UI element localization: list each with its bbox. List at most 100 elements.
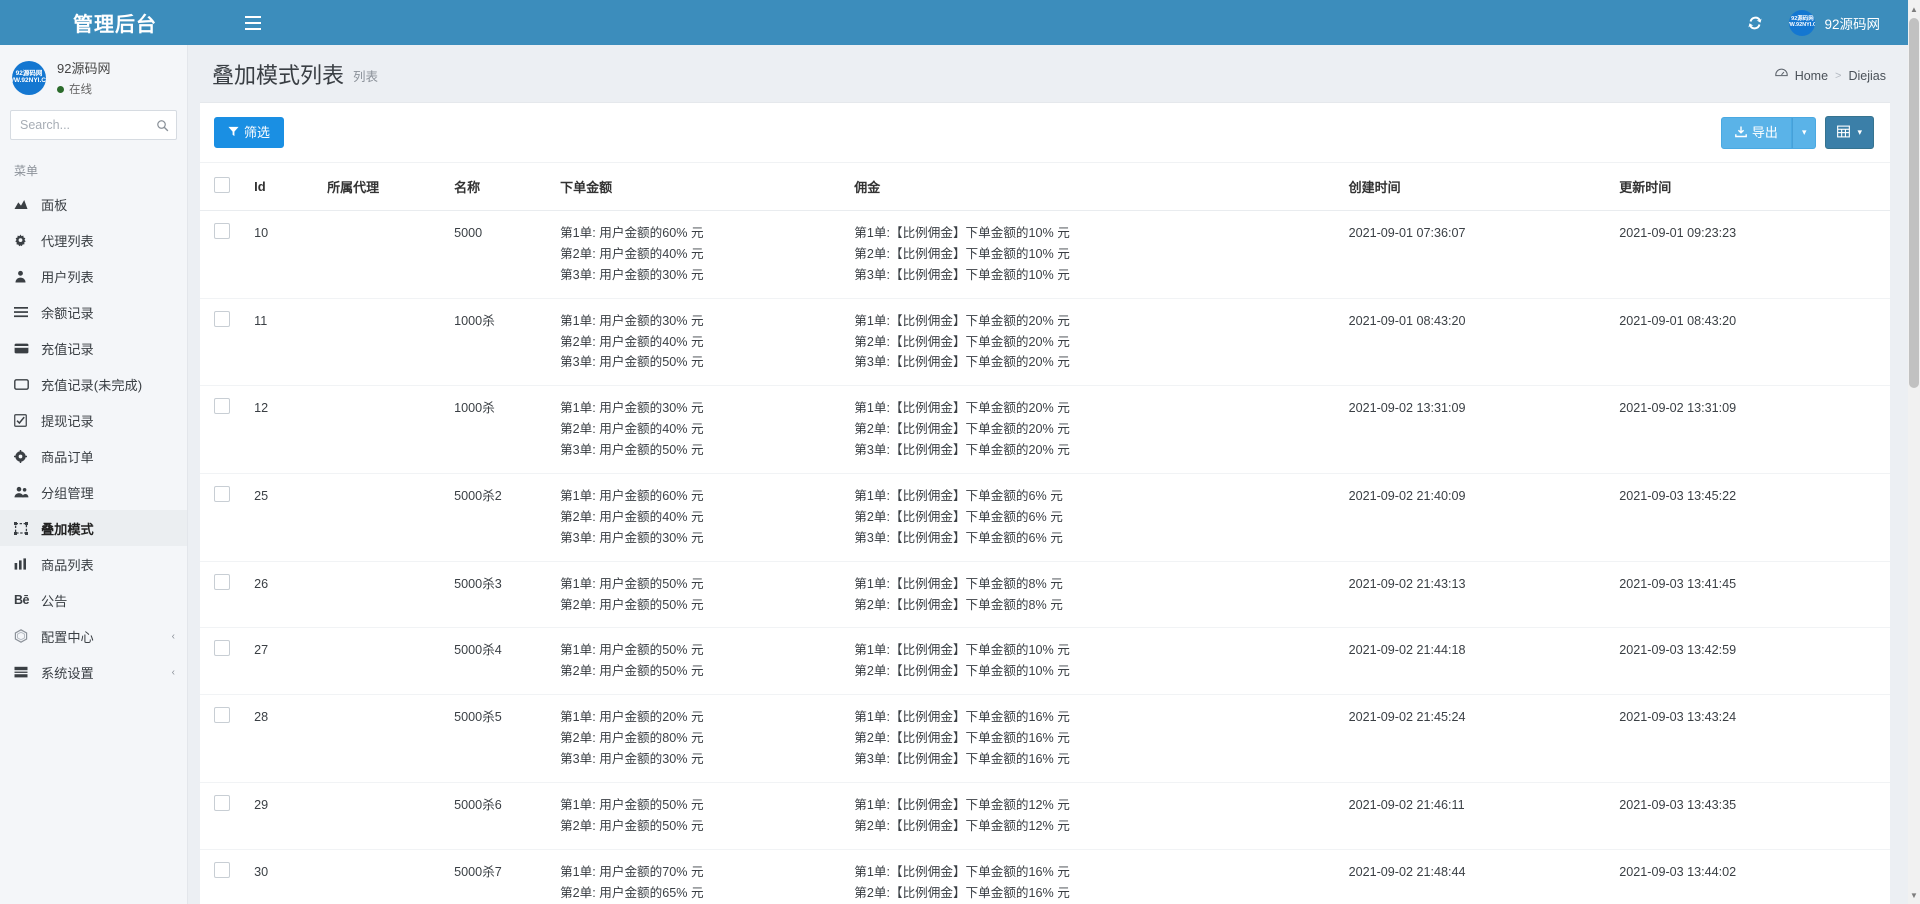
cell-commission: 第1单:【比例佣金】下单金额的10% 元第2单:【比例佣金】下单金额的10% 元… (854, 210, 1349, 299)
cell-agent (327, 210, 455, 299)
cell-amount: 第1单: 用户金额的50% 元第2单: 用户金额的50% 元 (560, 627, 855, 696)
table-row[interactable]: 27 5000杀4 第1单: 用户金额的50% 元第2单: 用户金额的50% 元第1… (200, 627, 1890, 696)
sidebar-user-panel[interactable]: 92源码网 WWW.92NYI.COM 92源码网 在线 (0, 45, 187, 110)
sidebar-item-10[interactable]: 商品列表 (0, 546, 187, 582)
row-checkbox[interactable] (214, 573, 230, 590)
dashboard-icon (1774, 68, 1788, 83)
column-header-id[interactable]: Id (254, 163, 328, 211)
cell-commission: 第1单:【比例佣金】下单金额的6% 元第2单:【比例佣金】下单金额的6% 元第3… (854, 473, 1349, 562)
column-header-commission[interactable]: 佣金 (854, 163, 1349, 211)
app-brand[interactable]: 管理后台 (0, 0, 230, 45)
table-row[interactable]: 29 5000杀6 第1单: 用户金额的50% 元第2单: 用户金额的50% 元第1… (200, 782, 1890, 850)
table-row[interactable]: 30 5000杀7第1单: 用户金额的70% 元第2单: 用户金额的65% 元第3… (200, 849, 1890, 904)
cell-amount-line: 第2单: 用户金额的80% 元 (560, 731, 704, 746)
breadcrumb-separator: > (1835, 69, 1842, 82)
cell-agent (327, 782, 455, 850)
row-checkbox[interactable] (214, 223, 230, 239)
breadcrumb-home-link[interactable]: Home (1795, 69, 1828, 83)
export-button[interactable]: 导出 (1720, 116, 1792, 149)
search-icon[interactable] (151, 114, 173, 136)
sidebar-item-7[interactable]: 商品订单 (0, 438, 187, 474)
cell-created: 2021-09-02 21:44:18 (1348, 627, 1620, 696)
filter-button[interactable]: 筛选 (214, 117, 285, 148)
row-checkbox[interactable] (214, 707, 230, 724)
sidebar-item-1[interactable]: 代理列表 (0, 222, 187, 258)
sidebar-item-6[interactable]: 提现记录 (0, 402, 187, 438)
row-checkbox[interactable] (214, 794, 230, 811)
cell-amount-line: 第2单: 用户金额的50% 元 (560, 597, 704, 612)
sidebar-search (0, 110, 187, 144)
hexagon-icon (14, 629, 34, 643)
cell-commission-line: 第2单:【比例佣金】下单金额的12% 元 (854, 818, 1070, 833)
sidebar-item-0[interactable]: 面板 (0, 186, 187, 222)
chevron-left-icon[interactable]: ‹ (172, 631, 175, 642)
table-row[interactable]: 25 5000杀2 第1单: 用户金额的60% 元第2单: 用户金额的40% 元第3… (200, 473, 1890, 562)
content-header: 叠加模式列表 列表 Home > Diejias (188, 45, 1908, 102)
sidebar-item-3[interactable]: 余额记录 (0, 294, 187, 330)
sidebar-toggle-button[interactable] (230, 0, 275, 45)
export-dropdown-button[interactable]: ▾ (1791, 116, 1817, 149)
column-settings-button[interactable]: ▾ (1825, 116, 1874, 149)
sidebar-item-label: 商品列表 (41, 557, 94, 573)
row-select-cell (200, 849, 255, 904)
row-checkbox[interactable] (214, 861, 230, 878)
page-scrollbar[interactable]: ▲ ▼ (1908, 0, 1920, 904)
cell-agent (327, 561, 455, 629)
table-row[interactable]: 12 1000杀 第1单: 用户金额的30% 元第2单: 用户金额的40% 元第3单… (200, 385, 1890, 475)
scrollbar-thumb[interactable] (1909, 18, 1919, 388)
cell-commission-line: 第3单:【比例佣金】下单金额的10% 元 (854, 267, 1070, 282)
table-row[interactable]: 26 5000杀3 第1单: 用户金额的50% 元第2单: 用户金额的50% 元第1… (200, 561, 1890, 629)
column-header-created[interactable]: 创建时间 (1348, 163, 1620, 211)
sidebar-item-12[interactable]: 配置中心 ‹ (0, 618, 187, 654)
cell-commission-line: 第1单:【比例佣金】下单金额的6% 元 (854, 489, 1063, 504)
scroll-down-arrow-icon[interactable]: ▼ (1908, 888, 1920, 902)
table-row[interactable]: 11 1000杀 第1单: 用户金额的30% 元第2单: 用户金额的40% 元第3单… (200, 298, 1890, 387)
column-header-amount[interactable]: 下单金额 (560, 163, 855, 211)
row-select-cell (200, 782, 255, 850)
sidebar-item-5[interactable]: 充值记录(未完成) (0, 366, 187, 402)
cell-commission-line: 第3单:【比例佣金】下单金额的6% 元 (854, 530, 1063, 545)
cell-created: 2021-09-02 21:48:44 (1348, 849, 1620, 904)
scroll-up-arrow-icon[interactable]: ▲ (1908, 2, 1920, 16)
column-header-updated[interactable]: 更新时间 (1619, 163, 1890, 211)
row-checkbox[interactable] (214, 640, 230, 657)
refresh-button[interactable] (1735, 0, 1775, 45)
row-checkbox[interactable] (214, 310, 230, 327)
sidebar: 92源码网 WWW.92NYI.COM 92源码网 在线 菜单 面板代理列表用户… (0, 45, 188, 904)
sidebar-item-label: 公告 (41, 593, 68, 609)
select-all-checkbox[interactable] (214, 177, 230, 193)
sidebar-item-13[interactable]: 系统设置 ‹ (0, 654, 187, 690)
cell-commission-line: 第1单:【比例佣金】下单金额的20% 元 (854, 401, 1070, 416)
cell-name: 1000杀 (454, 298, 561, 387)
table-row[interactable]: 28 5000杀5 第1单: 用户金额的20% 元第2单: 用户金额的80% 元第3… (200, 694, 1890, 783)
cell-commission-line: 第1单:【比例佣金】下单金额的16% 元 (854, 710, 1070, 725)
column-header-agent[interactable]: 所属代理 (327, 163, 455, 211)
sidebar-item-label: 充值记录(未完成) (41, 377, 143, 393)
cell-id: 26 (254, 561, 328, 629)
cell-amount-line: 第1单: 用户金额的30% 元 (560, 401, 704, 416)
cell-commission-line: 第2单:【比例佣金】下单金额的10% 元 (854, 246, 1070, 261)
sidebar-menu: 面板 代理列表 用户列表 余额记录 充值记录充值记录(未完成) 提现记录 商品订单 分组管理叠… (0, 186, 187, 690)
cell-updated: 2021-09-03 13:41:45 (1619, 561, 1890, 629)
cell-amount: 第1单: 用户金额的20% 元第2单: 用户金额的80% 元第3单: 用户金额的… (560, 694, 855, 783)
row-checkbox[interactable] (214, 398, 230, 415)
sidebar-item-4[interactable]: 充值记录 (0, 330, 187, 366)
cell-amount: 第1单: 用户金额的50% 元第2单: 用户金额的50% 元 (560, 561, 855, 629)
sidebar-item-9[interactable]: 叠加模式 (0, 510, 187, 546)
sidebar-item-2[interactable]: 用户列表 (0, 258, 187, 294)
row-select-cell (200, 561, 255, 629)
cell-name: 5000杀5 (454, 694, 561, 783)
sidebar-item-8[interactable]: 分组管理 (0, 474, 187, 510)
cell-commission: 第1单:【比例佣金】下单金额的20% 元第2单:【比例佣金】下单金额的20% 元… (854, 385, 1349, 475)
row-checkbox[interactable] (214, 486, 230, 503)
cell-amount-line: 第2单: 用户金额的50% 元 (560, 818, 704, 833)
object-group-icon (14, 521, 34, 535)
navbar-user-menu[interactable]: 92源码网 WWW.92NYI.COM 92源码网 (1779, 0, 1890, 45)
row-select-cell (200, 627, 255, 696)
cell-name: 5000杀4 (454, 627, 561, 696)
sidebar-item-11[interactable]: Bē 公告 (0, 582, 187, 618)
cell-amount-line: 第1单: 用户金额的20% 元 (560, 710, 704, 725)
table-row[interactable]: 10 5000 第1单: 用户金额的60% 元第2单: 用户金额的40% 元第3单:… (200, 210, 1890, 299)
column-header-name[interactable]: 名称 (454, 163, 561, 211)
chevron-left-icon[interactable]: ‹ (172, 667, 175, 678)
